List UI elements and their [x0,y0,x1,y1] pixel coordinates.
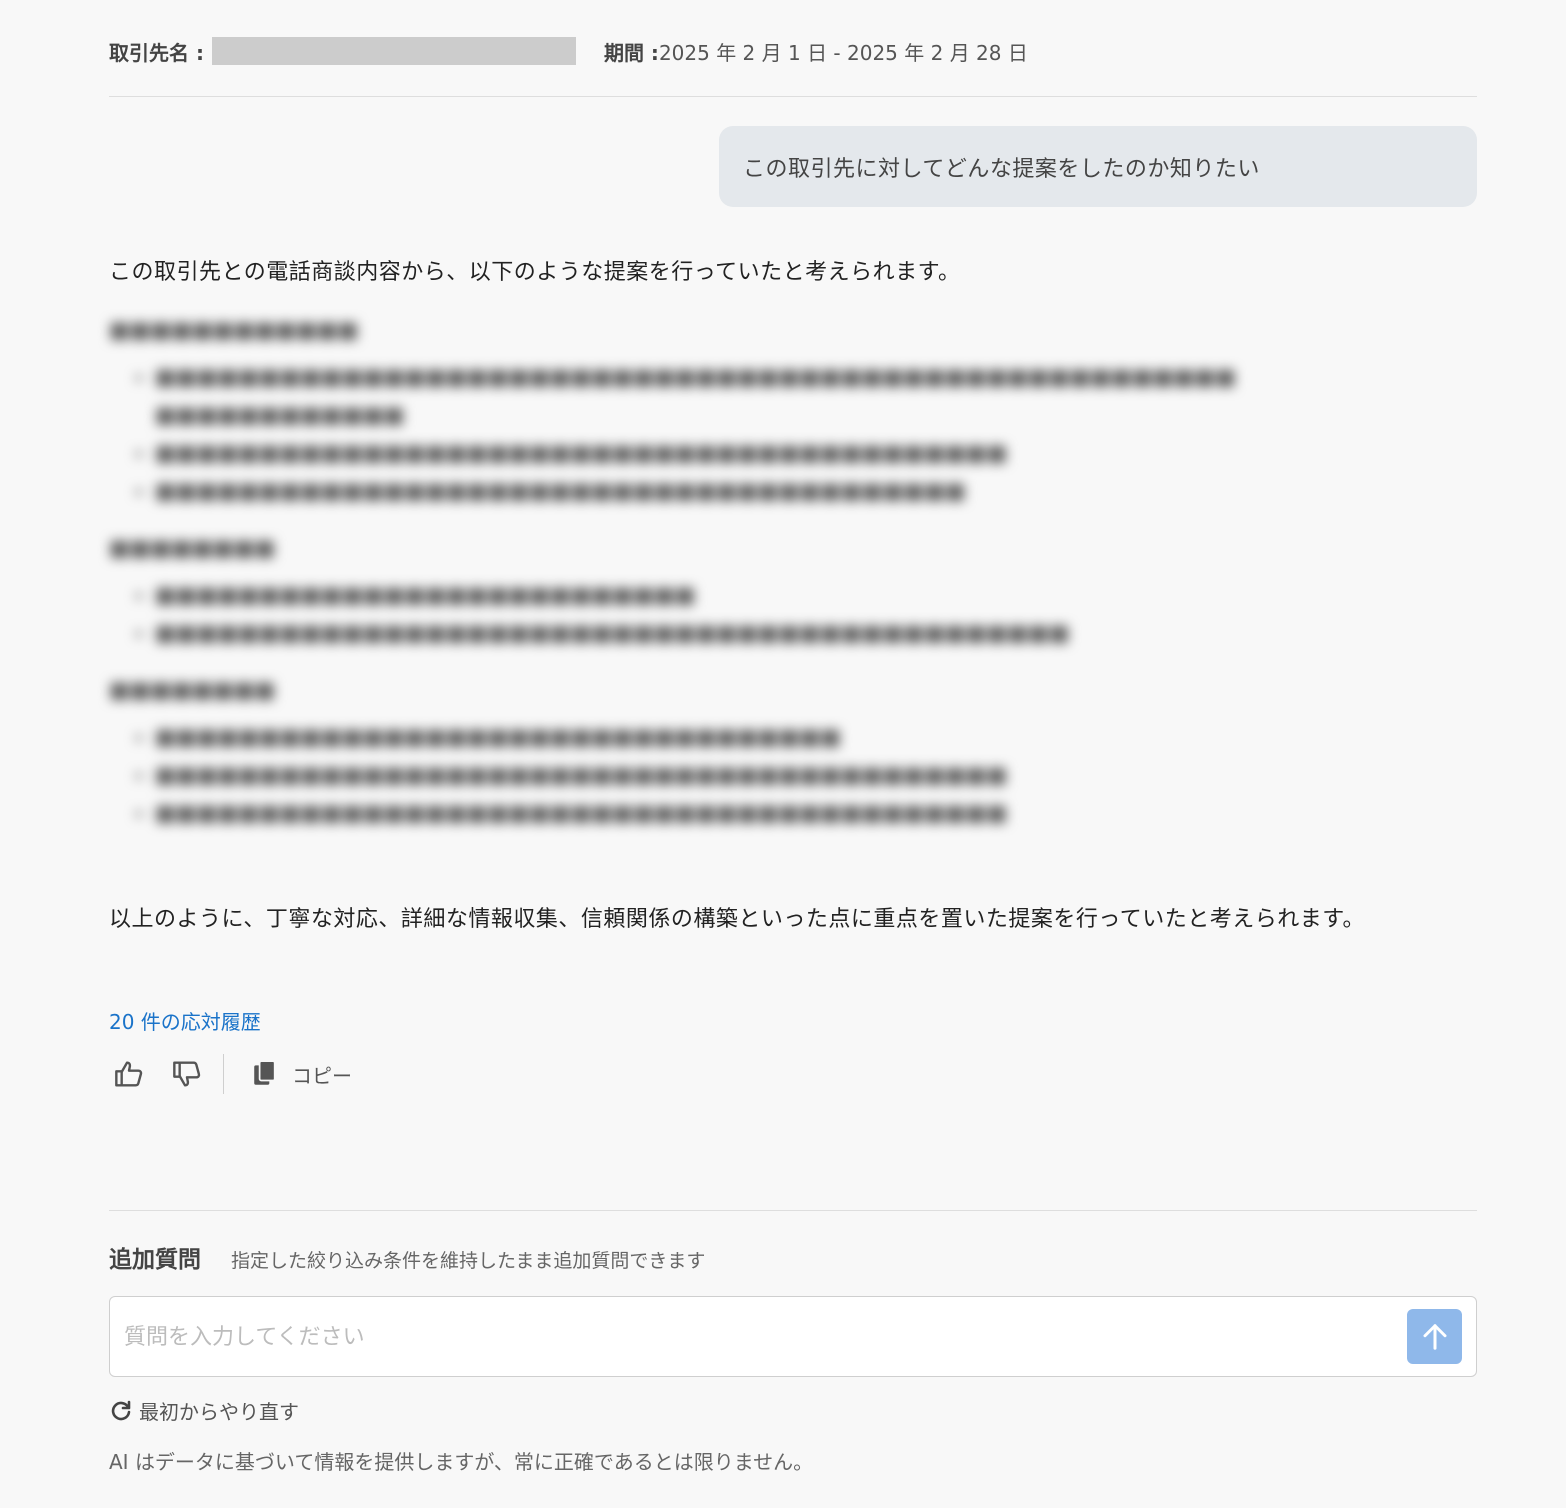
thumbs-down-button[interactable] [167,1054,207,1094]
blurred-list-item: ■■■■■■■■■■■■■■■■■■■■■■■■■■■■■■■■■■■■■■■■… [155,757,1469,795]
blurred-list-item: ■■■■■■■■■■■■■■■■■■■■■■■■■■ [155,577,1469,615]
refresh-icon [111,1400,131,1420]
restart-label: 最初からやり直す [139,1400,299,1424]
chat-page: 取引先名 : 期間 : 2025 年 2 月 1 日 - 2025 年 2 月 … [0,0,1566,1508]
restart-button[interactable]: 最初からやり直す [109,1396,299,1425]
followup-subtitle: 指定した絞り込み条件を維持したまま追加質問できます [231,1250,706,1272]
blurred-list-item: ■■■■■■■■■■■■■■■■■■■■■■■■■■■■■■■■■■■■■■■■… [155,615,1469,653]
blurred-list: ■■■■■■■■■■■■■■■■■■■■■■■■■■■■■■■■■ ■■■■■■… [109,719,1469,833]
filter-header: 取引先名 : 期間 : 2025 年 2 月 1 日 - 2025 年 2 月 … [109,34,1028,68]
copy-button[interactable]: コピー [252,1060,352,1089]
header-divider [109,96,1477,97]
blurred-list-item: ■■■■■■■■■■■■■■■■■■■■■■■■■■■■■■■■■■■■■■■■… [155,359,1469,435]
answer-conclusion: 以上のように、丁寧な対応、詳細な情報収集、信頼関係の構築といった点に重点を置いた… [109,907,1366,932]
blurred-section-title: ■■■■■■■■ [109,536,276,561]
blurred-answer-body: ■■■■■■■■■■■■ ■■■■■■■■■■■■■■■■■■■■■■■■■■■… [109,315,1469,855]
ai-disclaimer: AI はデータに基づいて情報を提供しますが、常に正確であるとは限りません。 [109,1450,814,1474]
feedback-actions: コピー [109,1054,352,1094]
history-link[interactable]: 20 件の応対履歴 [109,1006,261,1035]
user-message-text: この取引先に対してどんな提案をしたのか知りたい [743,156,1260,182]
thumbs-up-button[interactable] [109,1054,149,1094]
question-input[interactable] [124,1317,1394,1357]
blurred-section-title: ■■■■■■■■ [109,678,276,703]
blurred-list: ■■■■■■■■■■■■■■■■■■■■■■■■■■■■■■■■■■■■■■■■… [109,359,1469,511]
blurred-list: ■■■■■■■■■■■■■■■■■■■■■■■■■■ ■■■■■■■■■■■■■… [109,577,1469,653]
period-value: 2025 年 2 月 1 日 - 2025 年 2 月 28 日 [658,40,1028,65]
blurred-list-item: ■■■■■■■■■■■■■■■■■■■■■■■■■■■■■■■■■ [155,719,1469,757]
user-message-bubble: この取引先に対してどんな提案をしたのか知りたい [719,126,1477,207]
arrow-up-icon [1423,1323,1446,1350]
answer-intro: この取引先との電話商談内容から、以下のような提案を行っていたと考えられます。 [109,260,961,285]
followup-title: 追加質問 [109,1247,201,1273]
period-label: 期間 : [603,40,659,65]
send-button[interactable] [1407,1309,1462,1364]
blurred-list-item: ■■■■■■■■■■■■■■■■■■■■■■■■■■■■■■■■■■■■■■■■… [155,795,1469,833]
client-name-redacted [211,37,576,65]
question-input-box [109,1296,1477,1377]
followup-divider [109,1210,1477,1211]
blurred-section-title: ■■■■■■■■■■■■ [109,318,359,343]
thumbs-down-icon [173,1061,201,1087]
followup-header: 追加質問 指定した絞り込み条件を維持したまま追加質問できます [109,1240,705,1274]
blurred-list-item: ■■■■■■■■■■■■■■■■■■■■■■■■■■■■■■■■■■■■■■■ [155,473,1469,511]
thumbs-up-icon [115,1061,143,1087]
client-name-label: 取引先名 : [109,40,204,65]
blurred-list-item: ■■■■■■■■■■■■■■■■■■■■■■■■■■■■■■■■■■■■■■■■… [155,435,1469,473]
action-separator [223,1054,224,1094]
copy-label: コピー [292,1063,352,1088]
copy-icon [254,1060,276,1085]
